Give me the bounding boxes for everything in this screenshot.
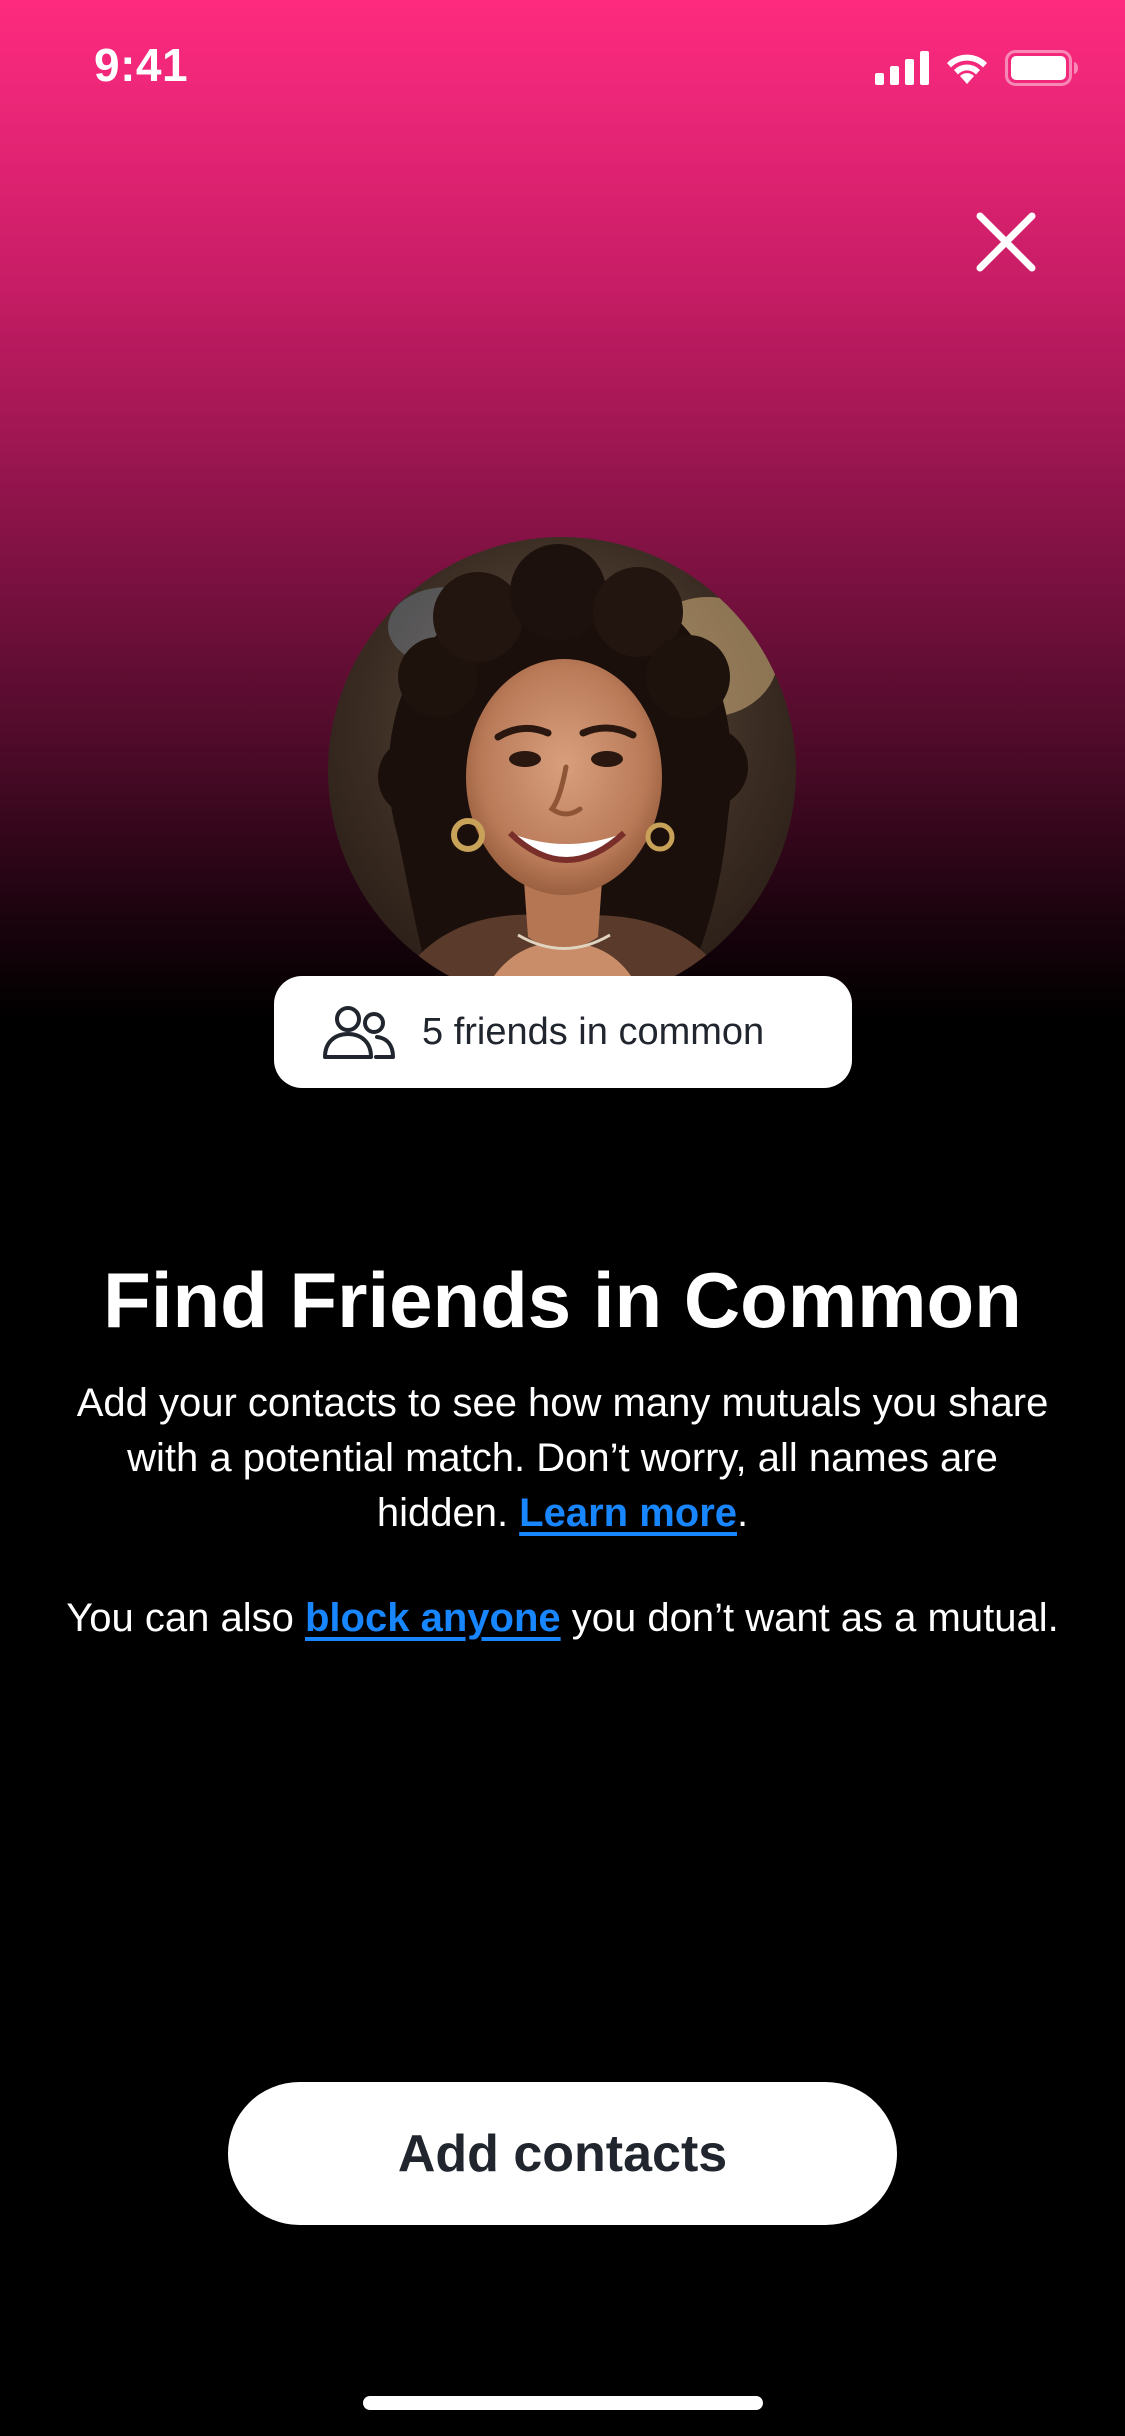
close-button[interactable] <box>966 204 1046 284</box>
home-indicator[interactable] <box>363 2396 763 2410</box>
status-icons <box>875 49 1079 91</box>
block-anyone-link[interactable]: block anyone <box>305 1596 561 1640</box>
cellular-signal-icon <box>875 50 929 90</box>
block-info-suffix: you don’t want as a mutual. <box>560 1596 1059 1640</box>
close-icon <box>976 212 1036 277</box>
friends-in-common-label: 5 friends in common <box>422 1010 765 1053</box>
wifi-icon <box>943 50 991 91</box>
battery-icon <box>1005 49 1079 91</box>
add-contacts-button[interactable]: Add contacts <box>228 2082 897 2225</box>
status-bar: 9:41 <box>0 0 1125 140</box>
description-suffix: . <box>737 1491 749 1535</box>
find-friends-screen: 9:41 5 friends in common Find Friends in… <box>0 0 1125 2436</box>
friends-in-common-badge: 5 friends in common <box>274 976 852 1088</box>
page-title: Find Friends in Common <box>103 1256 1022 1344</box>
friends-icon <box>322 1004 396 1060</box>
learn-more-link[interactable]: Learn more <box>519 1491 737 1535</box>
profile-photo <box>328 537 796 1005</box>
block-info-paragraph: You can also block anyone you don’t want… <box>60 1591 1065 1646</box>
block-info-prefix: You can also <box>66 1596 305 1640</box>
status-time: 9:41 <box>94 39 189 91</box>
description-paragraph: Add your contacts to see how many mutual… <box>60 1376 1065 1541</box>
